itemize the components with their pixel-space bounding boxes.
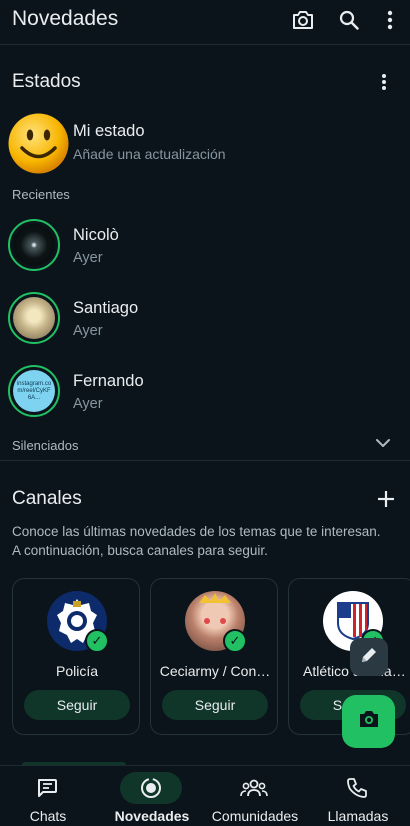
channel-name: Ceciarmy / Con… [159, 663, 271, 679]
nav-item-novedades[interactable]: Novedades [101, 766, 203, 826]
status-item-nicolo[interactable]: Nicolò Ayer [0, 210, 410, 280]
status-name: Fernando [73, 372, 144, 390]
camera-icon[interactable] [291, 8, 315, 32]
status-ring [8, 219, 60, 271]
status-name: Santiago [73, 299, 139, 317]
pencil-icon [359, 645, 379, 670]
status-item-santiago[interactable]: Santiago Ayer [0, 283, 410, 353]
calls-icon [326, 772, 388, 804]
header-divider [0, 44, 410, 45]
verified-icon: ✓ [85, 629, 109, 653]
status-time: Ayer [73, 396, 103, 412]
muted-label[interactable]: Silenciados [12, 438, 79, 453]
bottom-navigation: Chats Novedades Comunidades Llamadas [0, 765, 410, 826]
edit-status-button[interactable] [350, 638, 388, 676]
channel-card-policia[interactable]: ✓ Policía Seguir [12, 578, 140, 735]
nav-label: Chats [29, 808, 67, 824]
nav-label: Comunidades [211, 808, 299, 824]
status-item-fernando[interactable]: instagram.com/reel/CyKF6A... Fernando Ay… [0, 356, 410, 426]
page-title: Novedades [12, 7, 119, 30]
section-divider [0, 460, 410, 461]
my-status-row[interactable]: Mi estado Añade una actualización [0, 110, 410, 180]
channels-description-line1: Conoce las últimas novedades de los tema… [12, 524, 381, 539]
nav-item-comunidades[interactable]: Comunidades [204, 766, 306, 826]
nav-label: Novedades [114, 808, 190, 824]
avatar-nicolo [13, 224, 55, 266]
updates-icon [120, 772, 182, 804]
search-icon[interactable] [337, 8, 361, 32]
avatar-fernando: instagram.com/reel/CyKF6A... [13, 370, 55, 412]
camera-status-button[interactable] [342, 695, 395, 748]
communities-icon [223, 772, 285, 804]
avatar-fernando-text: instagram.com/reel/CyKF6A... [16, 380, 52, 401]
channels-section-title: Canales [12, 488, 82, 509]
camera-icon [358, 709, 380, 734]
status-time: Ayer [73, 323, 103, 339]
my-status-subtitle: Añade una actualización [73, 146, 226, 162]
channels-description-line2: A continuación, busca canales para segui… [12, 543, 268, 558]
my-status-name: Mi estado [73, 122, 145, 140]
top-app-bar: Novedades [0, 0, 410, 44]
my-status-avatar [8, 113, 69, 174]
channel-card-ceciarmy[interactable]: ✓ Ceciarmy / Con… Seguir [150, 578, 278, 735]
status-time: Ayer [73, 250, 103, 266]
avatar-santiago [13, 297, 55, 339]
status-name: Nicolò [73, 226, 119, 244]
channels-description: Conoce las últimas novedades de los tema… [12, 522, 404, 560]
channel-name: Policía [55, 663, 99, 679]
chats-icon [16, 772, 78, 804]
nav-label: Llamadas [327, 808, 389, 824]
recent-label: Recientes [12, 187, 70, 202]
nav-item-llamadas[interactable]: Llamadas [307, 766, 409, 826]
status-more-icon[interactable] [372, 71, 396, 93]
chevron-down-icon[interactable] [374, 436, 392, 450]
status-ring: instagram.com/reel/CyKF6A... [8, 365, 60, 417]
status-ring [8, 292, 60, 344]
nav-item-chats[interactable]: Chats [0, 766, 99, 826]
follow-button[interactable]: Seguir [24, 690, 130, 720]
status-section-title: Estados [12, 71, 81, 92]
follow-button[interactable]: Seguir [162, 690, 268, 720]
add-channel-icon[interactable] [376, 489, 396, 509]
verified-icon: ✓ [223, 629, 247, 653]
more-options-icon[interactable] [378, 8, 402, 32]
